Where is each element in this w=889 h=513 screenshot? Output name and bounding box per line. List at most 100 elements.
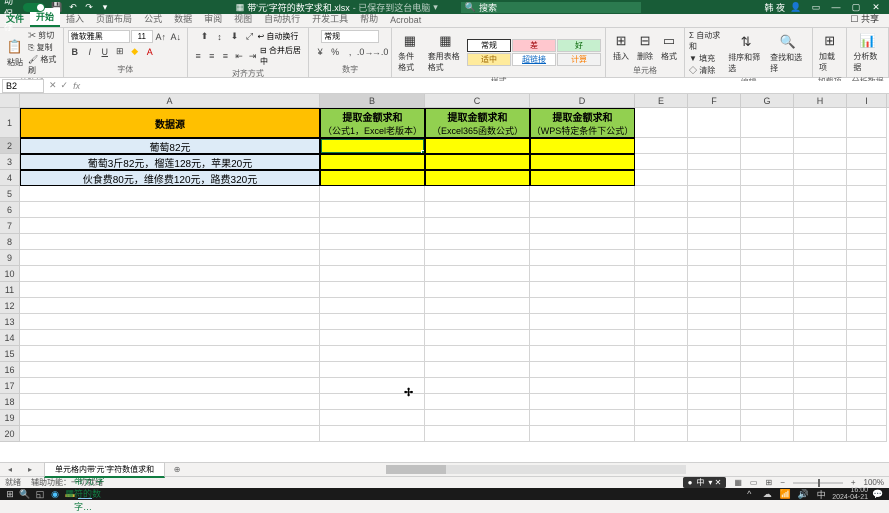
font-size-select[interactable] bbox=[131, 30, 153, 43]
row-9[interactable]: 9 bbox=[0, 250, 19, 266]
cell-D17[interactable] bbox=[530, 378, 635, 394]
view-break-icon[interactable]: ⊞ bbox=[765, 478, 772, 487]
cell-C15[interactable] bbox=[425, 346, 530, 362]
cell-F13[interactable] bbox=[688, 314, 741, 330]
row-13[interactable]: 13 bbox=[0, 314, 19, 330]
cell-G10[interactable] bbox=[741, 266, 794, 282]
cell-I7[interactable] bbox=[847, 218, 887, 234]
cell-G9[interactable] bbox=[741, 250, 794, 266]
name-box[interactable] bbox=[2, 79, 44, 93]
cell-E14[interactable] bbox=[635, 330, 688, 346]
col-F[interactable]: F bbox=[688, 94, 741, 107]
col-E[interactable]: E bbox=[635, 94, 688, 107]
cell-G17[interactable] bbox=[741, 378, 794, 394]
cell-A6[interactable] bbox=[20, 202, 320, 218]
cell-G18[interactable] bbox=[741, 394, 794, 410]
tab-acrobat[interactable]: Acrobat bbox=[384, 13, 427, 27]
cell-E17[interactable] bbox=[635, 378, 688, 394]
tab-automate[interactable]: 自动执行 bbox=[258, 10, 306, 27]
cell-C17[interactable] bbox=[425, 378, 530, 394]
tray-volume-icon[interactable]: 🔊 bbox=[796, 489, 810, 499]
cell-G4[interactable] bbox=[741, 170, 794, 186]
cell-G5[interactable] bbox=[741, 186, 794, 202]
view-normal-icon[interactable]: ▦ bbox=[734, 478, 742, 487]
cell-A2[interactable]: 葡萄82元 bbox=[20, 138, 320, 154]
tray-ime-icon[interactable]: 中 bbox=[814, 489, 828, 499]
sheet-nav-prev-icon[interactable]: ◂ bbox=[0, 465, 20, 474]
cell-A15[interactable] bbox=[20, 346, 320, 362]
tab-insert[interactable]: 插入 bbox=[60, 10, 90, 27]
cell-D13[interactable] bbox=[530, 314, 635, 330]
cell-A8[interactable] bbox=[20, 234, 320, 250]
cell-E4[interactable] bbox=[635, 170, 688, 186]
cell-G6[interactable] bbox=[741, 202, 794, 218]
row-3[interactable]: 3 bbox=[0, 154, 19, 170]
italic-button[interactable]: I bbox=[83, 45, 97, 58]
cell-E18[interactable] bbox=[635, 394, 688, 410]
decrease-font-icon[interactable]: A↓ bbox=[169, 30, 183, 43]
cell-C10[interactable] bbox=[425, 266, 530, 282]
formula-input[interactable] bbox=[84, 81, 889, 91]
merge-button[interactable]: ⊟ 合并后居中 bbox=[260, 45, 304, 67]
row-8[interactable]: 8 bbox=[0, 234, 19, 250]
row-10[interactable]: 10 bbox=[0, 266, 19, 282]
sheet-nav-next-icon[interactable]: ▸ bbox=[20, 465, 40, 474]
cell-F16[interactable] bbox=[688, 362, 741, 378]
tab-data[interactable]: 数据 bbox=[168, 10, 198, 27]
cell-D8[interactable] bbox=[530, 234, 635, 250]
cell-D1[interactable]: 提取金额求和（WPS特定条件下公式） bbox=[530, 108, 635, 138]
notifications-icon[interactable]: 💬 bbox=[871, 489, 885, 499]
cell-E16[interactable] bbox=[635, 362, 688, 378]
cell-H12[interactable] bbox=[794, 298, 847, 314]
cell-E10[interactable] bbox=[635, 266, 688, 282]
col-B[interactable]: B bbox=[320, 94, 425, 107]
cell-F15[interactable] bbox=[688, 346, 741, 362]
cell-C19[interactable] bbox=[425, 410, 530, 426]
cell-C5[interactable] bbox=[425, 186, 530, 202]
cell-B16[interactable] bbox=[320, 362, 425, 378]
cell-I3[interactable] bbox=[847, 154, 887, 170]
cell-D18[interactable] bbox=[530, 394, 635, 410]
cell-D6[interactable] bbox=[530, 202, 635, 218]
cell-I17[interactable] bbox=[847, 378, 887, 394]
cell-D5[interactable] bbox=[530, 186, 635, 202]
cell-B20[interactable] bbox=[320, 426, 425, 442]
increase-font-icon[interactable]: A↑ bbox=[154, 30, 168, 43]
cell-G11[interactable] bbox=[741, 282, 794, 298]
cell-B6[interactable] bbox=[320, 202, 425, 218]
delete-cells-button[interactable]: ⊟删除 bbox=[634, 30, 656, 64]
cell-G7[interactable] bbox=[741, 218, 794, 234]
inc-decimal-icon[interactable]: .0→ bbox=[358, 45, 372, 58]
cell-B14[interactable] bbox=[320, 330, 425, 346]
cell-E13[interactable] bbox=[635, 314, 688, 330]
cell-A5[interactable] bbox=[20, 186, 320, 202]
cell-B4[interactable] bbox=[320, 170, 425, 186]
cell-B13[interactable] bbox=[320, 314, 425, 330]
align-right-icon[interactable]: ≡ bbox=[219, 50, 232, 63]
cell-D7[interactable] bbox=[530, 218, 635, 234]
cell-D9[interactable] bbox=[530, 250, 635, 266]
cell-E9[interactable] bbox=[635, 250, 688, 266]
cell-F7[interactable] bbox=[688, 218, 741, 234]
cell-C9[interactable] bbox=[425, 250, 530, 266]
cell-C16[interactable] bbox=[425, 362, 530, 378]
row-7[interactable]: 7 bbox=[0, 218, 19, 234]
cell-I5[interactable] bbox=[847, 186, 887, 202]
add-sheet-button[interactable]: ⊕ bbox=[171, 465, 183, 474]
excel-taskbar-icon[interactable]: ▦ 带'元'字符的数字… bbox=[78, 489, 92, 499]
format-cells-button[interactable]: ▭格式 bbox=[658, 30, 680, 64]
zoom-level[interactable]: 100% bbox=[864, 478, 884, 487]
cell-H17[interactable] bbox=[794, 378, 847, 394]
cell-H14[interactable] bbox=[794, 330, 847, 346]
row-1[interactable]: 1 bbox=[0, 108, 19, 138]
col-D[interactable]: D bbox=[530, 94, 635, 107]
sort-filter-button[interactable]: ⇅排序和筛选 bbox=[726, 31, 766, 76]
row-19[interactable]: 19 bbox=[0, 410, 19, 426]
search-icon-taskbar[interactable]: 🔍 bbox=[18, 489, 32, 499]
cell-E20[interactable] bbox=[635, 426, 688, 442]
cell-D20[interactable] bbox=[530, 426, 635, 442]
cell-G14[interactable] bbox=[741, 330, 794, 346]
cell-D10[interactable] bbox=[530, 266, 635, 282]
cell-A4[interactable]: 伙食费80元，维修费120元，路费320元 bbox=[20, 170, 320, 186]
tray-up-icon[interactable]: ^ bbox=[742, 489, 756, 499]
